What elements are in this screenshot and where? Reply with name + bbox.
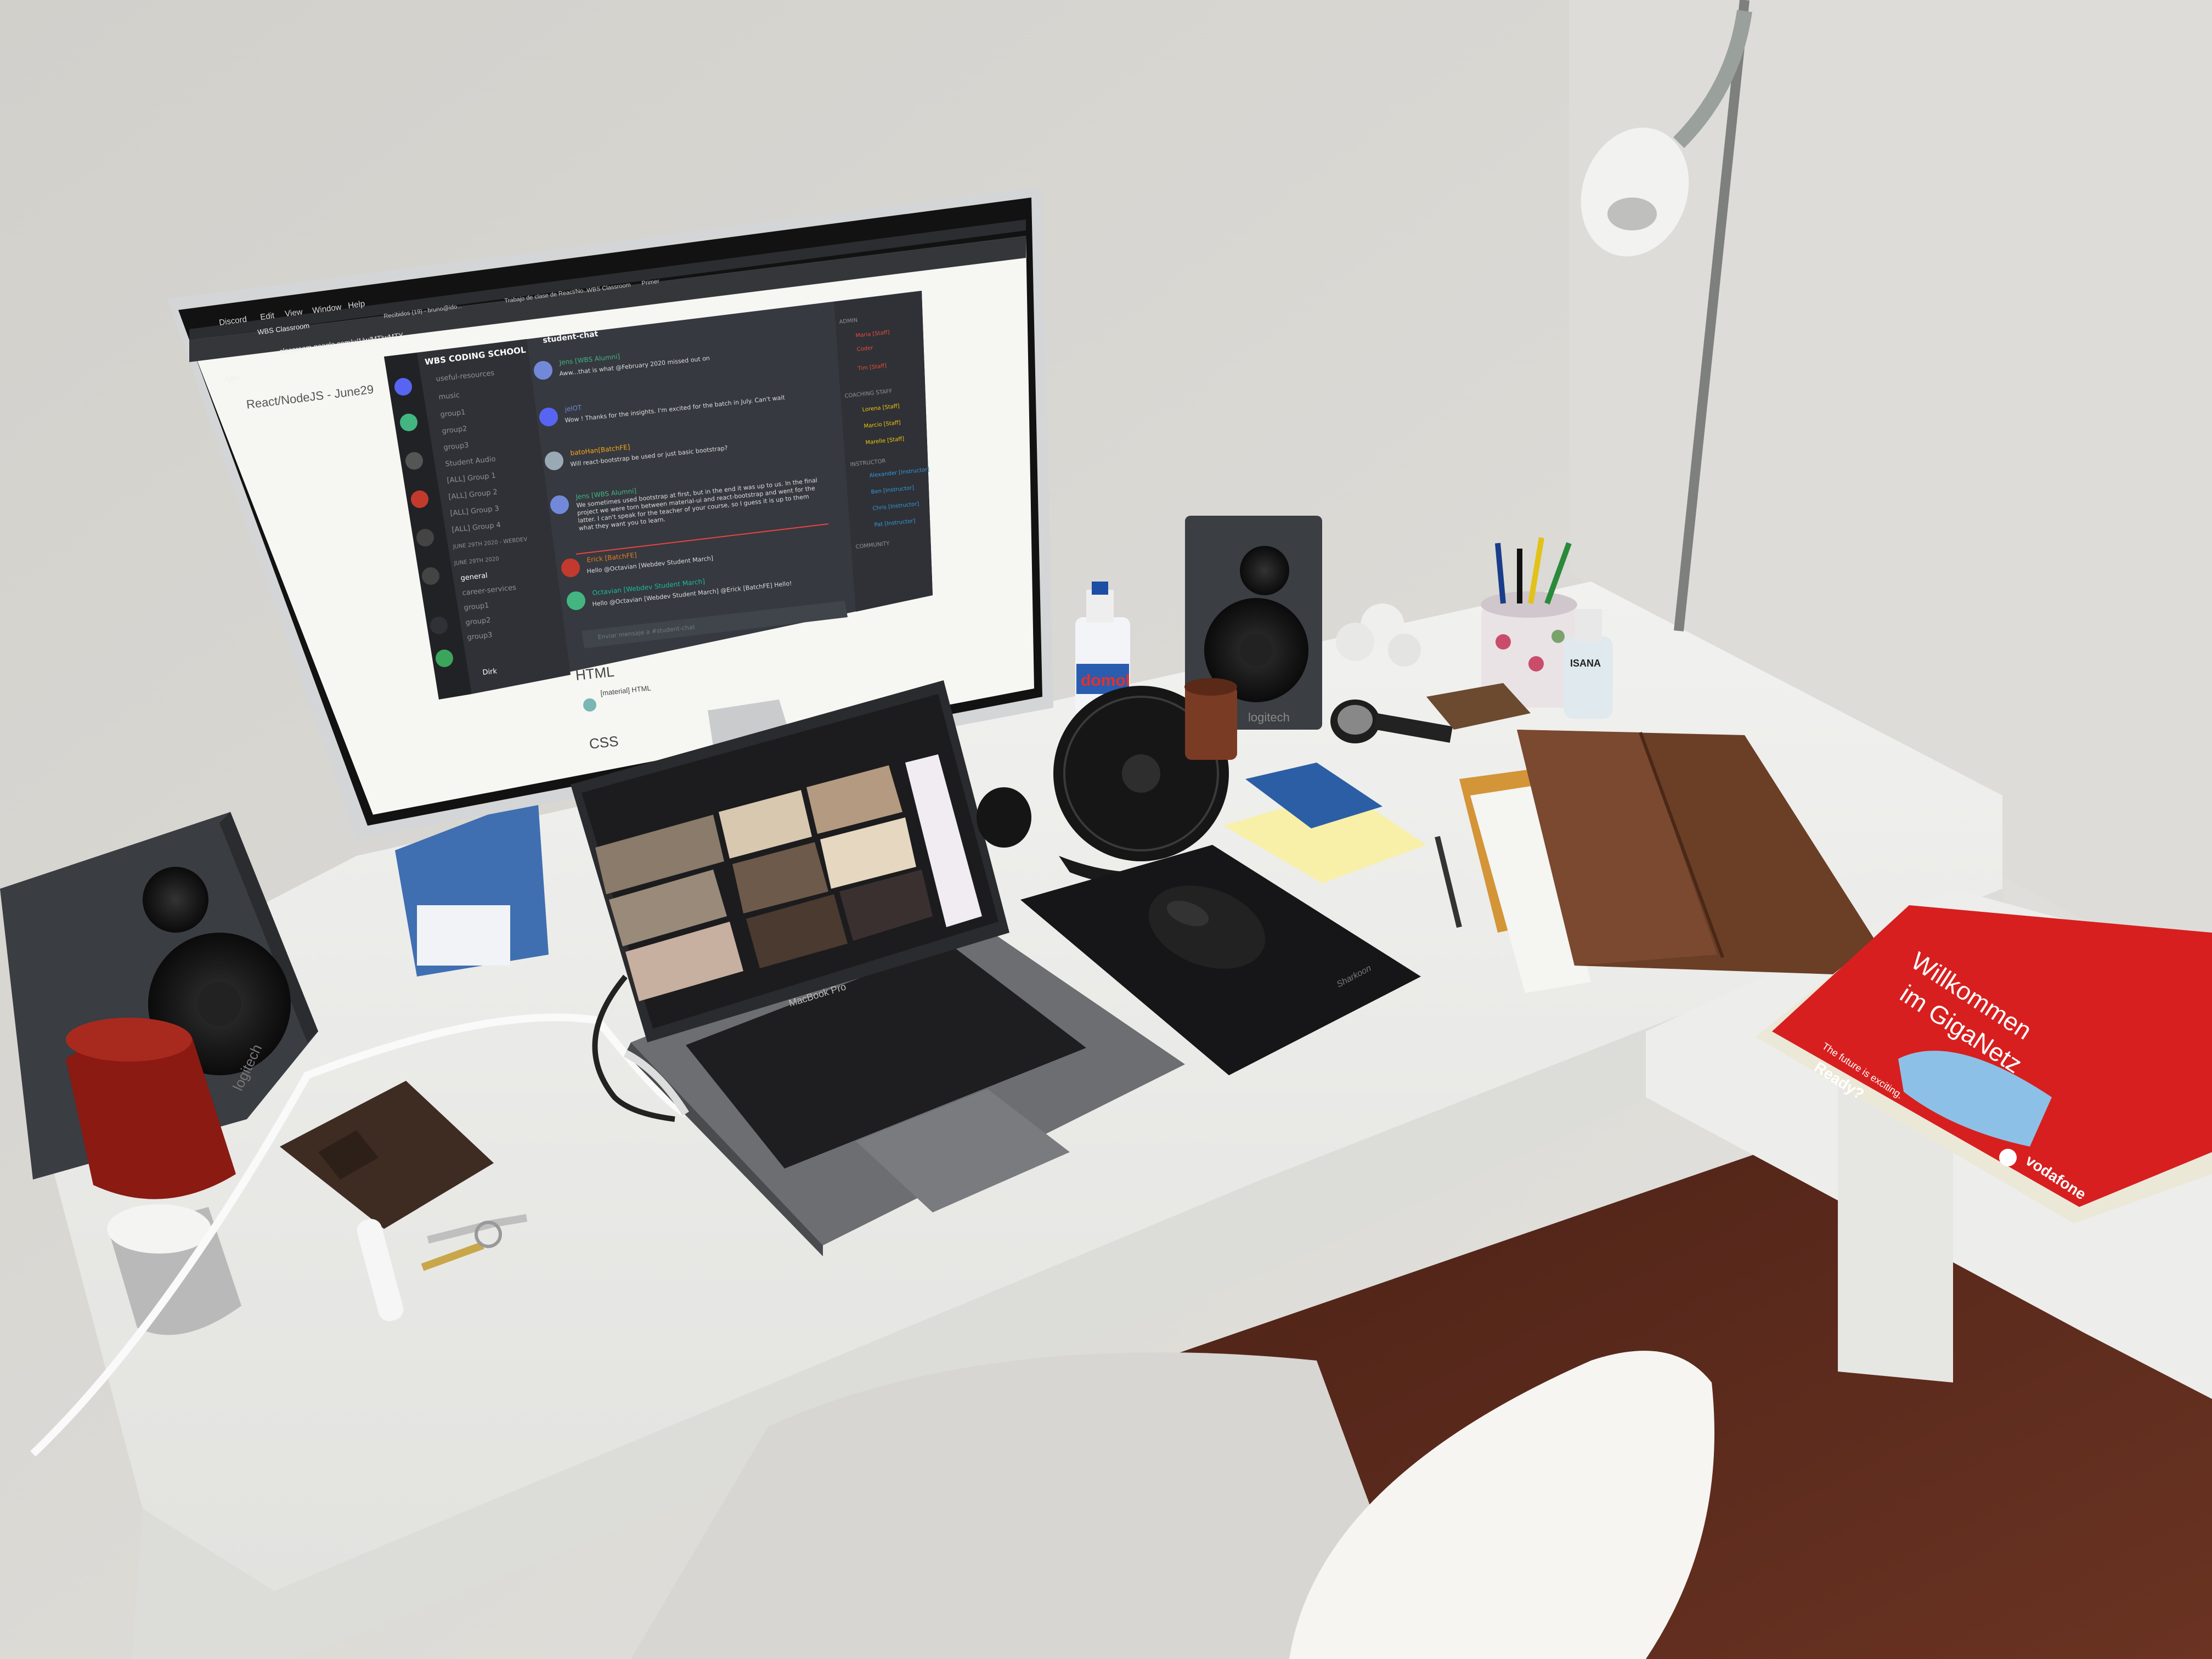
avatar bbox=[545, 452, 563, 470]
server-icon-4[interactable] bbox=[416, 529, 434, 546]
server-icon-3[interactable] bbox=[411, 490, 428, 508]
speaker-brand-right: logitech bbox=[1248, 710, 1290, 724]
bottle-label: ISANA bbox=[1570, 658, 1601, 669]
vodafone-logo-icon bbox=[1999, 1149, 2017, 1166]
webcam bbox=[977, 787, 1031, 848]
small-cup bbox=[1184, 678, 1237, 760]
server-icon-2[interactable] bbox=[405, 452, 423, 470]
avatar bbox=[534, 361, 552, 380]
server-icon-add[interactable] bbox=[430, 617, 448, 634]
classroom-section-css: CSS bbox=[588, 733, 619, 752]
material-icon bbox=[583, 698, 596, 712]
server-icon-home[interactable] bbox=[394, 378, 412, 396]
avatar bbox=[561, 558, 580, 577]
menubar-edit: Edit bbox=[259, 311, 275, 322]
avatar bbox=[550, 495, 569, 514]
spray-label: domol bbox=[1081, 672, 1130, 690]
desk-photo: logitech logitech Discord Edit View Wind… bbox=[0, 0, 2212, 1659]
server-icon-explore[interactable] bbox=[436, 650, 453, 667]
server-icon-5[interactable] bbox=[422, 567, 439, 585]
server-icon-wbs[interactable] bbox=[400, 414, 417, 431]
discord-user-name: Dirk bbox=[482, 667, 498, 677]
avatar bbox=[567, 591, 585, 610]
avatar bbox=[539, 408, 558, 426]
